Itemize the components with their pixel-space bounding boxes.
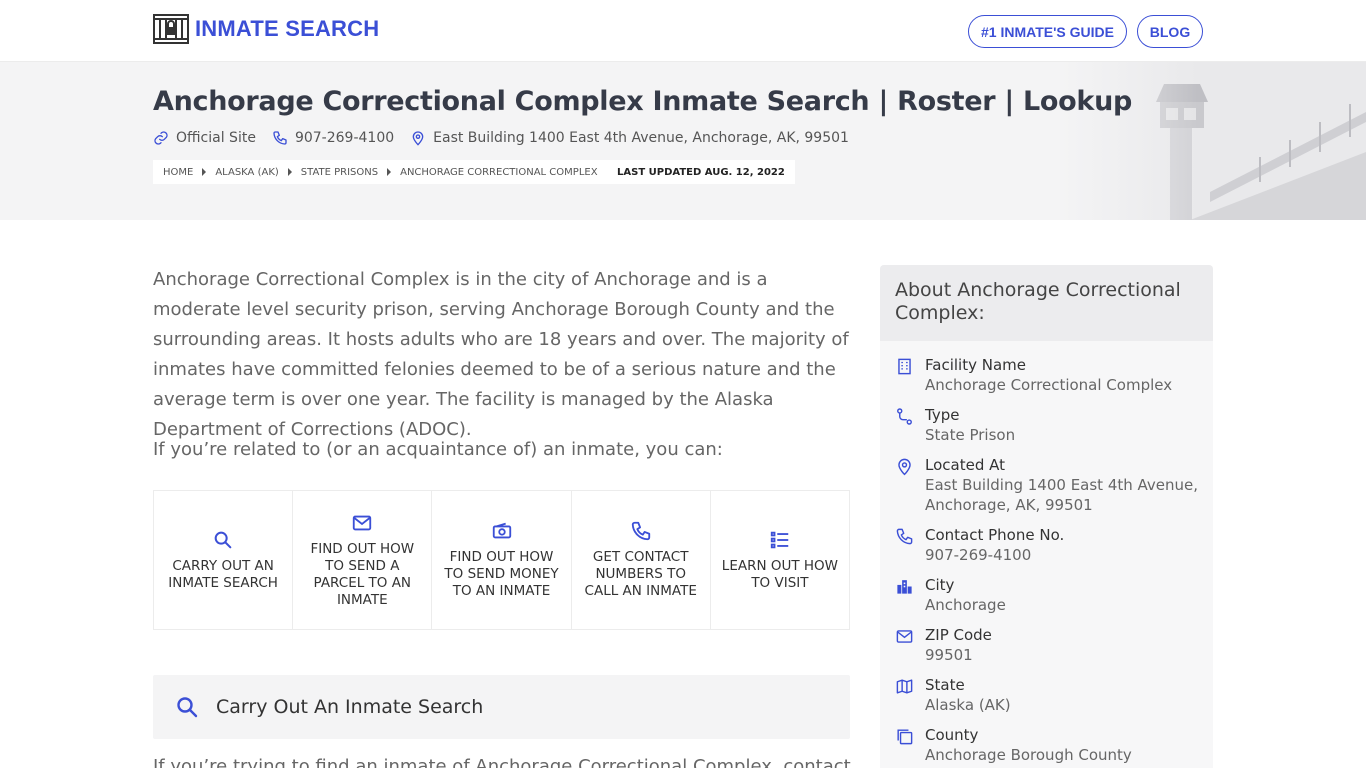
card-label: LEARN OUT HOW TO VISIT bbox=[721, 557, 839, 591]
official-site-label: Official Site bbox=[176, 130, 256, 146]
facility-meta: Official Site 907-269-4100 East Building… bbox=[153, 130, 865, 146]
fact-label: State bbox=[925, 676, 965, 694]
fact-label: ZIP Code bbox=[925, 626, 992, 644]
action-cards: CARRY OUT AN INMATE SEARCH FIND OUT HOW … bbox=[153, 490, 850, 630]
fact-value[interactable]: 907-269-4100 bbox=[925, 545, 1064, 565]
related-paragraph: If you’re related to (or an acquaintance… bbox=[153, 439, 723, 460]
page-title: Anchorage Correctional Complex Inmate Se… bbox=[153, 86, 1133, 117]
sidebar-title: About Anchorage Correctional Complex: bbox=[880, 265, 1213, 341]
card-label: GET CONTACT NUMBERS TO CALL AN INMATE bbox=[584, 549, 697, 599]
copy-icon bbox=[897, 729, 913, 745]
logo-text: INMATE SEARCH bbox=[195, 16, 380, 41]
search-icon bbox=[214, 531, 232, 548]
map-pin-icon bbox=[412, 131, 424, 146]
money-icon bbox=[492, 522, 511, 539]
section-title: Carry Out An Inmate Search bbox=[216, 696, 484, 718]
fact-label: City bbox=[925, 576, 955, 594]
card-label: CARRY OUT AN INMATE SEARCH bbox=[168, 557, 278, 591]
city-icon bbox=[897, 580, 912, 594]
breadcrumb-home[interactable]: HOME bbox=[163, 167, 193, 178]
phone-icon bbox=[631, 521, 650, 541]
fact-contact-phone: Contact Phone No. 907-269-4100 bbox=[895, 525, 1200, 575]
fact-state: State Alaska (AK) bbox=[895, 675, 1200, 725]
facility-facts: Facility Name Anchorage Correctional Comp… bbox=[895, 355, 1200, 768]
address-text: East Building 1400 East 4th Avenue, Anch… bbox=[433, 130, 849, 146]
fact-value: Anchorage Correctional Complex bbox=[925, 376, 1173, 394]
fact-type: Type State Prison bbox=[895, 405, 1200, 455]
breadcrumb-separator-icon bbox=[387, 168, 392, 176]
inmates-guide-button[interactable]: #1 INMATE'S GUIDE bbox=[968, 15, 1127, 48]
blog-button[interactable]: BLOG bbox=[1137, 15, 1203, 48]
building-icon bbox=[898, 358, 911, 375]
fact-label: County bbox=[925, 726, 979, 744]
site-logo[interactable]: INMATE SEARCH bbox=[153, 13, 379, 45]
fact-city: City Anchorage bbox=[895, 575, 1200, 625]
fact-located-at: Located At East Building 1400 East 4th Av… bbox=[895, 455, 1200, 525]
card-inmate-search[interactable]: CARRY OUT AN INMATE SEARCH bbox=[154, 491, 294, 629]
fact-value: State Prison bbox=[925, 426, 1016, 444]
map-icon bbox=[896, 679, 913, 694]
card-visit[interactable]: LEARN OUT HOW TO VISIT bbox=[711, 491, 849, 629]
fact-value: Anchorage Borough County bbox=[925, 746, 1132, 764]
search-icon bbox=[177, 697, 198, 718]
top-navbar: INMATE SEARCH #1 INMATE'S GUIDE BLOG bbox=[0, 0, 1366, 62]
fact-zip-code: ZIP Code 99501 bbox=[895, 625, 1200, 675]
link-icon bbox=[154, 131, 168, 145]
phone-icon bbox=[896, 528, 913, 545]
fact-facility-name: Facility Name Anchorage Correctional Comp… bbox=[895, 355, 1200, 405]
card-label: FIND OUT HOW TO SEND A PARCEL TO AN INMA… bbox=[310, 540, 415, 608]
section-paragraph: If you’re trying to find an inmate of An… bbox=[153, 756, 853, 768]
breadcrumb-current: ANCHORAGE CORRECTIONAL COMPLEX bbox=[400, 166, 598, 178]
last-updated-badge: LAST UPDATED AUG. 12, 2022 bbox=[607, 160, 795, 184]
jail-lock-icon bbox=[153, 14, 189, 44]
breadcrumb-separator-icon bbox=[287, 168, 292, 176]
card-contact-numbers[interactable]: GET CONTACT NUMBERS TO CALL AN INMATE bbox=[572, 491, 711, 629]
fact-label: Contact Phone No. bbox=[925, 526, 1065, 544]
intro-paragraph: Anchorage Correctional Complex is in the… bbox=[153, 269, 849, 440]
fact-label: Facility Name bbox=[925, 356, 1026, 374]
envelope-icon bbox=[353, 515, 372, 530]
phone-icon bbox=[273, 131, 287, 145]
fact-county: County Anchorage Borough County bbox=[895, 725, 1200, 768]
fact-value: Alaska (AK) bbox=[925, 696, 1011, 714]
card-send-money[interactable]: FIND OUT HOW TO SEND MONEY TO AN INMATE bbox=[432, 491, 572, 629]
fact-value: 99501 bbox=[925, 646, 973, 664]
card-send-parcel[interactable]: FIND OUT HOW TO SEND A PARCEL TO AN INMA… bbox=[293, 491, 433, 629]
inmate-search-section-header: Carry Out An Inmate Search bbox=[153, 675, 850, 739]
card-label: FIND OUT HOW TO SEND MONEY TO AN INMATE bbox=[444, 549, 559, 599]
fact-value: East Building 1400 East 4th Avenue, Anch… bbox=[925, 476, 1199, 514]
fact-value: Anchorage bbox=[925, 596, 1006, 614]
fact-label: Located At bbox=[925, 456, 1005, 474]
envelope-icon bbox=[896, 630, 913, 643]
phone-number: 907-269-4100 bbox=[294, 130, 395, 146]
official-site-link[interactable]: Official Site bbox=[153, 130, 256, 146]
map-pin-icon bbox=[898, 458, 911, 476]
about-facility-sidebar: About Anchorage Correctional Complex: Fa… bbox=[880, 265, 1213, 768]
phone-link[interactable]: 907-269-4100 bbox=[272, 130, 394, 146]
breadcrumb: HOME ALASKA (AK) STATE PRISONS ANCHORAGE… bbox=[153, 160, 608, 184]
breadcrumb-category[interactable]: STATE PRISONS bbox=[301, 167, 378, 178]
breadcrumb-separator-icon bbox=[202, 168, 207, 176]
breadcrumb-state[interactable]: ALASKA (AK) bbox=[215, 167, 278, 178]
route-icon bbox=[897, 408, 912, 425]
address-link[interactable]: East Building 1400 East 4th Avenue, Anch… bbox=[410, 130, 849, 146]
list-icon bbox=[770, 531, 789, 548]
hero-banner: Anchorage Correctional Complex Inmate Se… bbox=[0, 62, 1366, 220]
fact-label: Type bbox=[925, 406, 960, 424]
